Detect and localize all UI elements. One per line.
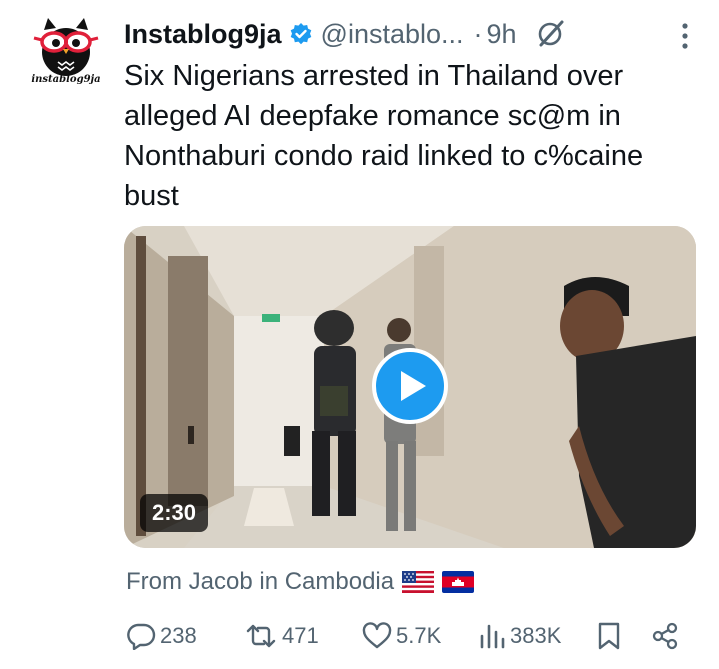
author-name[interactable]: Instablog9ja xyxy=(124,19,282,50)
separator-dot: · xyxy=(473,18,483,49)
video-player[interactable]: 2:30 xyxy=(124,226,696,548)
cambodia-flag-icon xyxy=(442,571,475,593)
view-count: 383K xyxy=(510,623,562,648)
verified-badge-icon xyxy=(289,22,313,46)
repost-icon xyxy=(246,624,276,648)
post-action-bar: 238 471 5.7K 383K xyxy=(126,618,686,654)
post-text: Six Nigerians arrested in Thailand over … xyxy=(124,60,644,212)
us-flag-icon xyxy=(402,571,435,593)
heart-icon xyxy=(362,622,392,649)
share-button[interactable] xyxy=(650,618,684,654)
reply-icon xyxy=(127,623,156,650)
like-count: 5.7K xyxy=(396,623,442,648)
media-caption: From Jacob in Cambodia xyxy=(126,568,475,596)
like-button[interactable]: 5.7K xyxy=(362,618,441,654)
play-button[interactable] xyxy=(372,348,448,424)
owl-logo-icon xyxy=(33,18,99,76)
bookmark-button[interactable] xyxy=(596,618,626,654)
bookmark-icon xyxy=(598,622,620,650)
repost-count: 471 xyxy=(282,623,319,648)
reply-count: 238 xyxy=(160,623,197,648)
media-caption-text: From Jacob in Cambodia xyxy=(126,568,395,595)
reply-button[interactable]: 238 xyxy=(126,618,197,654)
views-icon xyxy=(480,624,505,649)
repost-button[interactable]: 471 xyxy=(244,618,319,654)
post-header: Instablog9ja @instablo... · 9h xyxy=(124,14,699,54)
avatar-label: instablog9ja xyxy=(31,74,101,85)
author-handle[interactable]: @instablo... xyxy=(321,19,464,50)
share-icon xyxy=(652,622,678,650)
more-options-icon[interactable] xyxy=(681,22,689,50)
views-button[interactable]: 383K xyxy=(478,618,561,654)
grok-icon[interactable] xyxy=(535,19,565,49)
post-timestamp[interactable]: 9h xyxy=(487,19,517,50)
video-duration-badge: 2:30 xyxy=(140,494,209,532)
play-icon xyxy=(401,371,426,401)
